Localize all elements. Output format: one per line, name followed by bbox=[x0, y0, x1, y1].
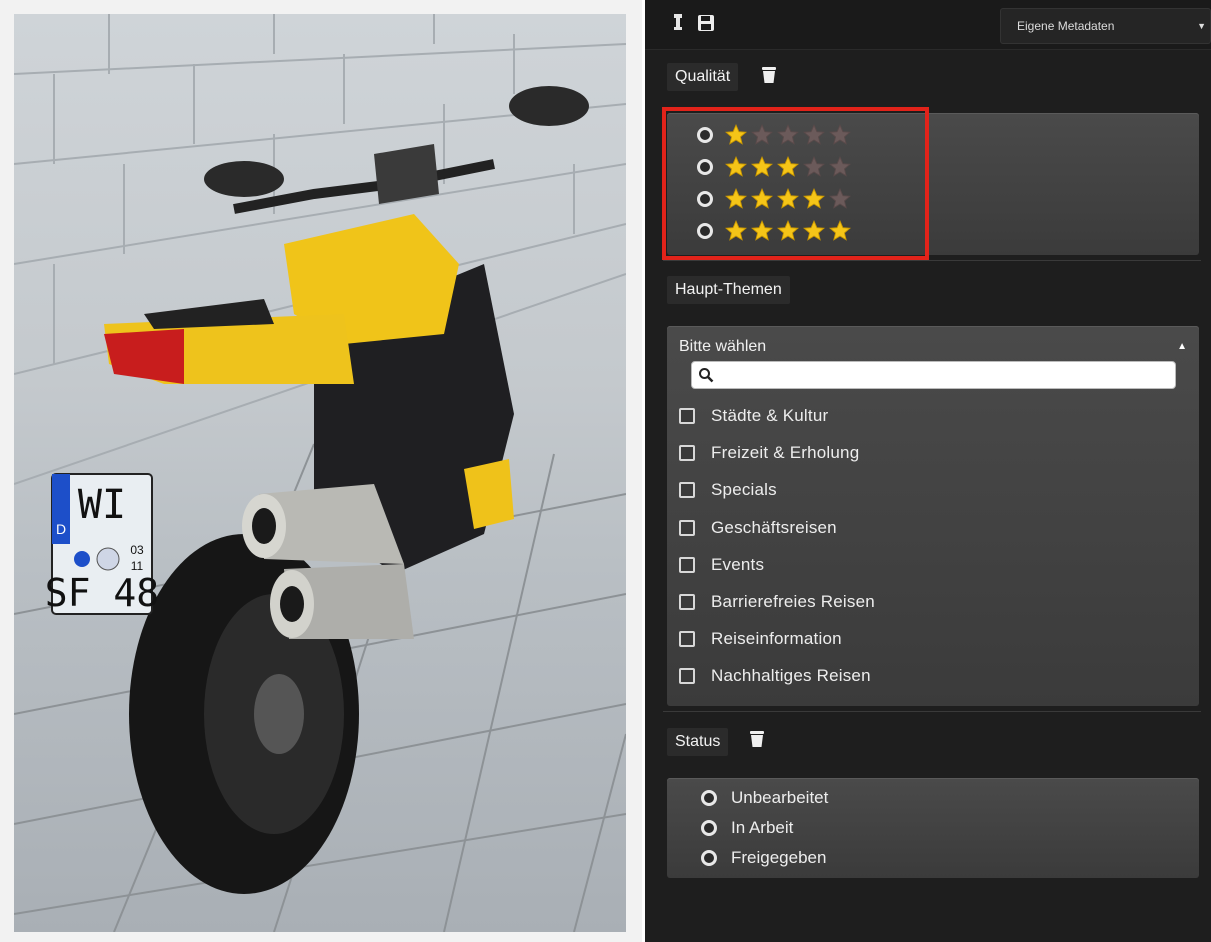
topic-checkbox[interactable] bbox=[679, 408, 695, 424]
topic-option-row[interactable]: Städte & Kultur bbox=[679, 404, 828, 428]
motorcycle-photo: D WI 03 11 SF 48 bbox=[14, 14, 626, 932]
status-option-label: Freigegeben bbox=[731, 848, 827, 867]
star-filled-icon bbox=[725, 156, 747, 177]
radio-button[interactable] bbox=[697, 127, 713, 143]
star-filled-icon bbox=[751, 188, 773, 209]
quality-rating-box bbox=[667, 113, 1199, 255]
star-filled-icon bbox=[725, 220, 747, 241]
star-filled-icon bbox=[803, 220, 825, 241]
status-option-freigegeben[interactable]: Freigegeben bbox=[701, 846, 826, 870]
topic-option-label: Events bbox=[711, 554, 765, 574]
topic-option-label: Barrierefreies Reisen bbox=[711, 592, 875, 611]
star-filled-icon bbox=[777, 220, 799, 241]
topics-section-label: Haupt-Themen bbox=[667, 276, 790, 304]
radio-button[interactable] bbox=[697, 191, 713, 207]
quality-section-label: Qualität bbox=[667, 63, 739, 91]
topics-placeholder: Bitte wählen bbox=[679, 338, 767, 355]
stars-3-of-5 bbox=[725, 156, 855, 178]
topics-search-input[interactable] bbox=[718, 362, 1168, 388]
topic-checkbox[interactable] bbox=[679, 668, 695, 685]
panel-toolbar: Eigene Metadaten ▼ bbox=[645, 0, 1211, 50]
metadata-set-select[interactable]: Eigene Metadaten ▼ bbox=[1000, 8, 1211, 44]
rating-option-4-stars[interactable] bbox=[697, 187, 855, 211]
star-empty-icon bbox=[829, 188, 851, 209]
search-icon bbox=[698, 367, 714, 388]
chevron-down-icon: ▼ bbox=[1197, 21, 1206, 31]
metadata-set-value: Eigene Metadaten bbox=[1017, 19, 1115, 33]
star-filled-icon bbox=[777, 156, 799, 177]
status-box: Unbearbeitet In Arbeit Freigegeben bbox=[667, 778, 1199, 878]
stars-5-of-5 bbox=[725, 220, 855, 242]
topic-checkbox[interactable] bbox=[679, 519, 695, 536]
topic-option-row[interactable]: Nachhaltiges Reisen bbox=[679, 664, 871, 688]
topics-dropdown-header[interactable]: Bitte wählen ▲ bbox=[669, 334, 1199, 360]
plate-line2: SF 48 bbox=[45, 571, 159, 615]
section-divider bbox=[663, 711, 1201, 712]
section-divider bbox=[663, 260, 1201, 261]
topic-option-row[interactable]: Reiseinformation bbox=[679, 627, 842, 651]
radio-button[interactable] bbox=[697, 159, 713, 175]
star-filled-icon bbox=[725, 188, 747, 209]
plate-country: D bbox=[56, 521, 66, 537]
topic-option-label: Reiseinformation bbox=[711, 629, 842, 649]
plate-line1: WI bbox=[78, 482, 126, 528]
clear-quality-trash-icon[interactable] bbox=[761, 66, 779, 86]
topic-option-label: Geschäftsreisen bbox=[711, 517, 837, 537]
clear-status-trash-icon[interactable] bbox=[749, 730, 767, 750]
rating-option-3-stars[interactable] bbox=[697, 155, 855, 179]
image-preview-frame: D WI 03 11 SF 48 bbox=[0, 0, 642, 942]
status-option-label: Unbearbeitet bbox=[731, 788, 829, 807]
status-option-unbearbeitet[interactable]: Unbearbeitet bbox=[701, 786, 828, 810]
topic-checkbox[interactable] bbox=[679, 631, 695, 648]
radio-button[interactable] bbox=[701, 790, 717, 806]
stars-4-of-5 bbox=[725, 188, 855, 210]
star-empty-icon bbox=[829, 124, 851, 145]
topic-option-row[interactable]: Geschäftsreisen bbox=[679, 516, 837, 540]
radio-button[interactable] bbox=[697, 223, 713, 239]
topic-option-label: Freizeit & Erholung bbox=[711, 443, 860, 463]
star-filled-icon bbox=[725, 124, 747, 145]
topic-option-label: Nachhaltiges Reisen bbox=[711, 666, 871, 686]
stars-1-of-5 bbox=[725, 124, 855, 146]
topic-option-row[interactable]: Specials bbox=[679, 478, 777, 502]
star-empty-icon bbox=[829, 156, 851, 177]
status-option-label: In Arbeit bbox=[731, 818, 794, 837]
motorcycle-illustration: D WI 03 11 SF 48 bbox=[14, 14, 626, 932]
topic-option-label: Specials bbox=[711, 480, 777, 500]
plate-month: 03 bbox=[130, 543, 144, 557]
status-option-in-arbeit[interactable]: In Arbeit bbox=[701, 816, 793, 840]
topic-option-row[interactable]: Barrierefreies Reisen bbox=[679, 590, 875, 614]
star-empty-icon bbox=[751, 124, 773, 145]
star-filled-icon bbox=[751, 156, 773, 177]
wand-icon[interactable] bbox=[667, 12, 689, 34]
star-filled-icon bbox=[751, 220, 773, 241]
topic-checkbox[interactable] bbox=[679, 594, 695, 610]
radio-button[interactable] bbox=[701, 820, 717, 836]
metadata-panel: Eigene Metadaten ▼ Qualität Haupt-Themen… bbox=[645, 0, 1211, 942]
star-filled-icon bbox=[829, 220, 851, 241]
star-empty-icon bbox=[777, 124, 799, 145]
topic-checkbox[interactable] bbox=[679, 556, 695, 573]
radio-button[interactable] bbox=[701, 850, 717, 866]
chevron-up-icon: ▲ bbox=[1177, 341, 1187, 352]
star-filled-icon bbox=[777, 188, 799, 209]
topic-checkbox[interactable] bbox=[679, 445, 695, 462]
topics-search-box[interactable] bbox=[691, 361, 1176, 389]
star-empty-icon bbox=[803, 124, 825, 145]
topic-option-label: Städte & Kultur bbox=[711, 406, 829, 425]
rating-option-5-stars[interactable] bbox=[697, 219, 855, 243]
star-filled-icon bbox=[803, 188, 825, 209]
topic-checkbox[interactable] bbox=[679, 482, 695, 499]
topic-option-row[interactable]: Events bbox=[679, 553, 764, 577]
save-icon[interactable] bbox=[695, 12, 717, 34]
rating-option-1-star[interactable] bbox=[697, 123, 855, 147]
status-section-label: Status bbox=[667, 728, 729, 756]
star-empty-icon bbox=[803, 156, 825, 177]
topic-option-row[interactable]: Freizeit & Erholung bbox=[679, 441, 859, 465]
